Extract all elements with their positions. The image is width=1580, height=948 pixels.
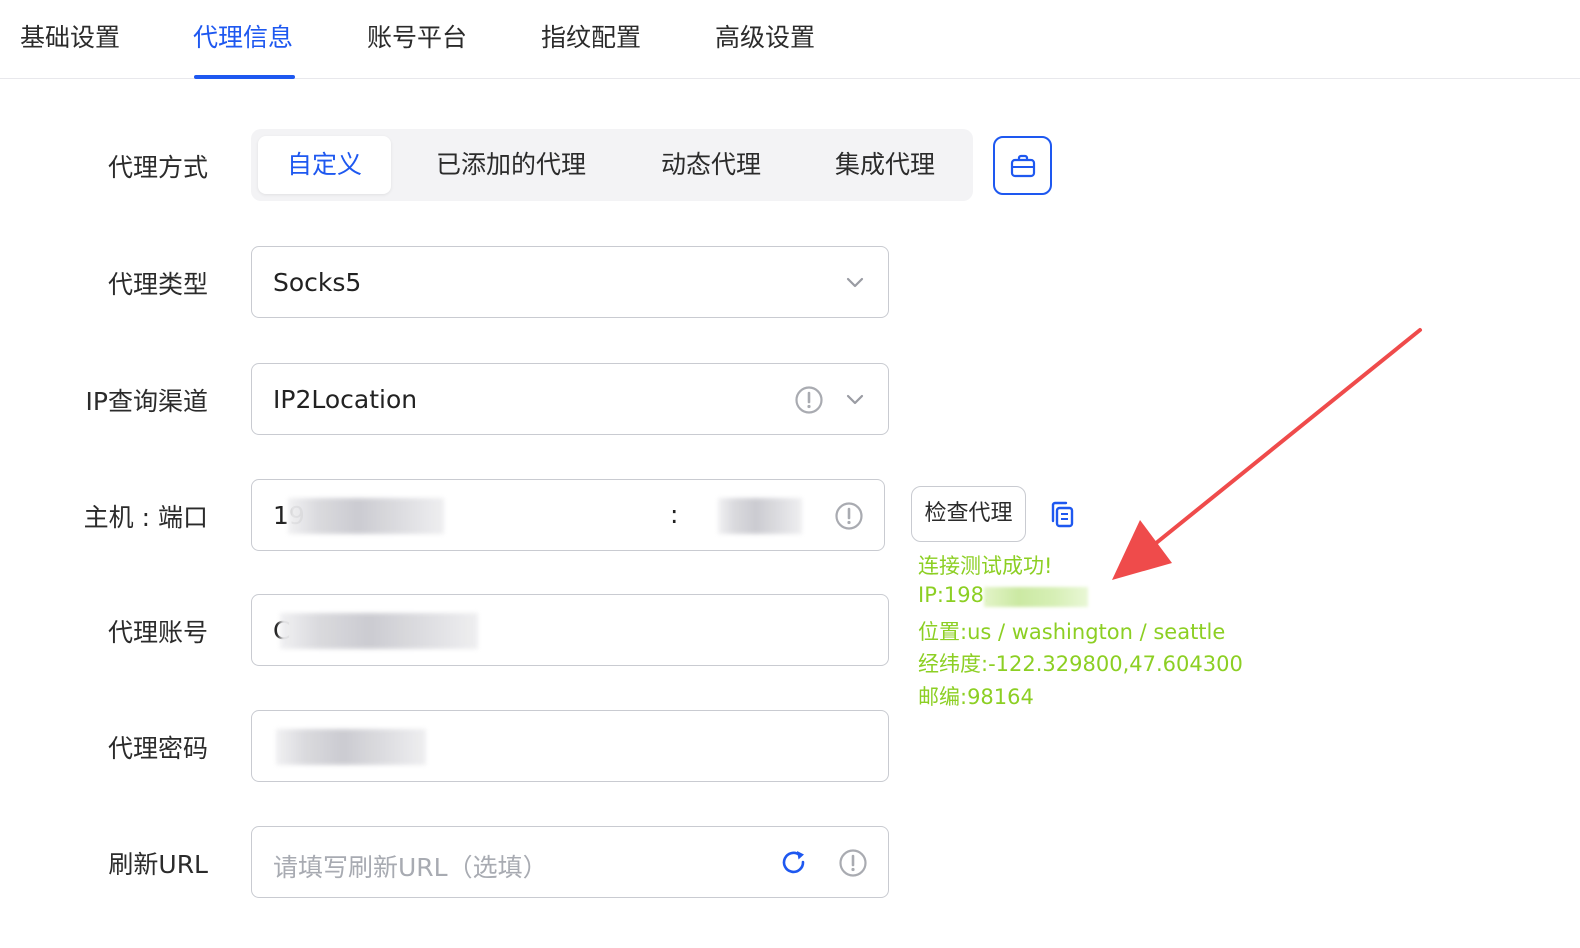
- refresh-icon[interactable]: [779, 848, 809, 878]
- proxy-type-select[interactable]: Socks5: [251, 246, 889, 318]
- chevron-down-icon: [846, 277, 864, 288]
- active-tab-indicator: [194, 75, 295, 79]
- password-input[interactable]: [251, 710, 889, 782]
- ip-channel-select[interactable]: IP2Location: [251, 363, 889, 435]
- password-label: 代理密码: [107, 734, 208, 763]
- proxy-method-option-custom[interactable]: 自定义: [258, 136, 391, 194]
- account-label: 代理账号: [107, 618, 208, 647]
- info-icon[interactable]: [794, 385, 824, 415]
- check-proxy-button[interactable]: 检查代理: [911, 486, 1026, 542]
- ip-channel-label: IP查询渠道: [85, 387, 208, 416]
- tab-proxy-info[interactable]: 代理信息: [193, 18, 293, 54]
- proxy-type-label: 代理类型: [107, 270, 208, 299]
- chevron-down-icon: [846, 394, 864, 405]
- proxy-method-option-dynamic[interactable]: 动态代理: [641, 136, 781, 194]
- tab-advanced-settings[interactable]: 高级设置: [715, 18, 815, 54]
- copy-icon[interactable]: [1048, 500, 1076, 530]
- result-ip-text: IP:198.: [918, 583, 991, 607]
- account-input[interactable]: C: [251, 594, 889, 666]
- result-coordinates-text: 经纬度:-122.329800,47.604300: [918, 652, 1243, 676]
- host-redacted-blur: [288, 498, 444, 534]
- info-icon[interactable]: [838, 848, 868, 878]
- refresh-url-label: 刷新URL: [108, 850, 208, 879]
- refresh-url-input[interactable]: 请填写刷新URL（选填）: [251, 826, 889, 898]
- top-tabs: 基础设置 代理信息 账号平台 指纹配置 高级设置: [0, 0, 1580, 79]
- connection-status-text: 连接测试成功!: [918, 554, 1053, 578]
- proxy-method-label: 代理方式: [107, 153, 208, 182]
- host-port-separator: :: [670, 500, 679, 529]
- port-redacted-blur: [718, 498, 802, 534]
- proxy-method-option-added[interactable]: 已添加的代理: [416, 136, 606, 194]
- password-redacted-blur: [276, 729, 426, 765]
- result-zipcode-text: 邮编:98164: [918, 685, 1034, 709]
- proxy-type-value: Socks5: [273, 268, 362, 297]
- host-port-input[interactable]: 19 :: [251, 479, 885, 551]
- refresh-url-placeholder: 请填写刷新URL（选填）: [273, 853, 548, 882]
- red-annotation-arrow: [1112, 328, 1422, 580]
- result-location-text: 位置:us / washington / seattle: [918, 620, 1226, 644]
- proxy-method-option-integrated[interactable]: 集成代理: [815, 136, 955, 194]
- info-icon[interactable]: [834, 501, 864, 531]
- host-port-label: 主机 : 端口: [83, 503, 208, 532]
- result-ip-redacted-blur: [984, 587, 1088, 607]
- tab-fingerprint-config[interactable]: 指纹配置: [541, 18, 641, 54]
- account-redacted-blur: [280, 613, 478, 649]
- tab-account-platform[interactable]: 账号平台: [367, 18, 467, 54]
- proxy-method-segmented-control: 自定义 已添加的代理 动态代理 集成代理: [251, 129, 973, 201]
- proxy-shop-button[interactable]: [993, 136, 1052, 195]
- ip-channel-value: IP2Location: [273, 385, 418, 414]
- bag-icon: [1010, 154, 1035, 177]
- tab-basic-settings[interactable]: 基础设置: [20, 18, 120, 54]
